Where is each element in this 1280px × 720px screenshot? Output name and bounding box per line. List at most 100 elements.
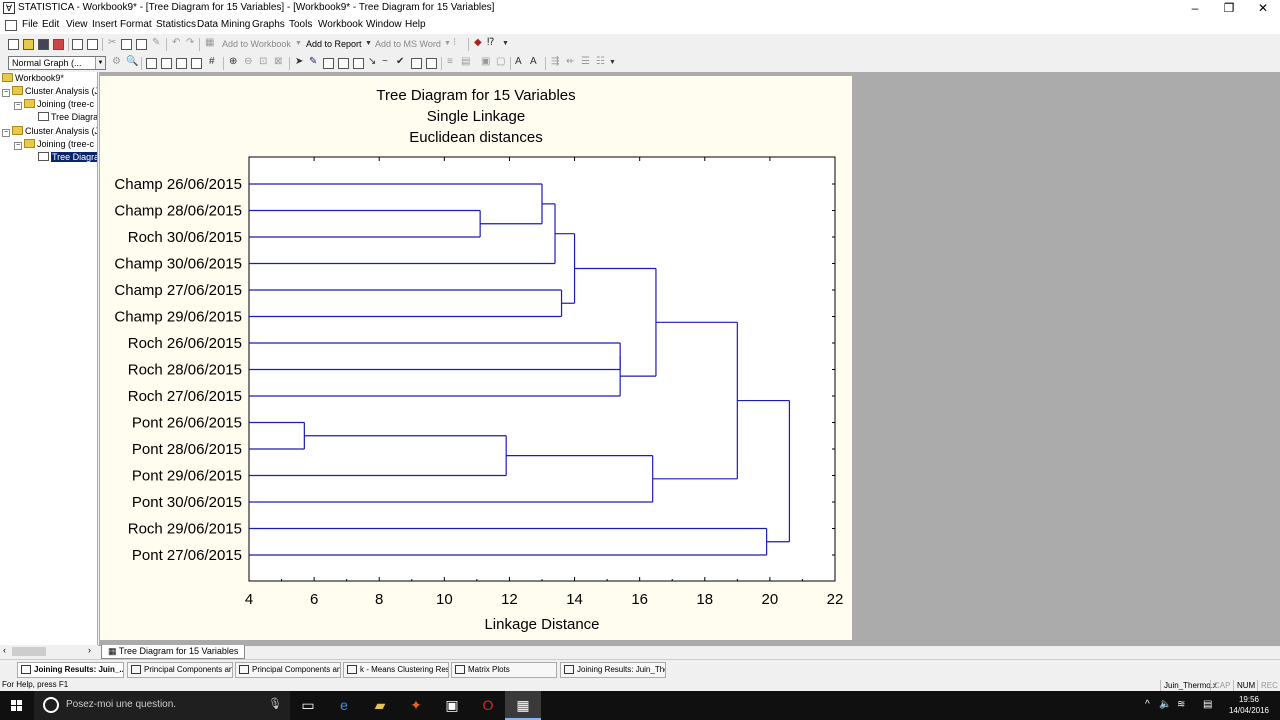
- new-icon[interactable]: [8, 39, 19, 50]
- tree-horizontal-scrollbar[interactable]: ‹ ›: [0, 645, 98, 658]
- tree-item-tree-diagram-1[interactable]: Tree Diagra: [38, 111, 97, 123]
- send-back-icon[interactable]: ▢: [496, 56, 505, 67]
- network-icon[interactable]: ≋: [1177, 699, 1185, 710]
- tree-item-joining-1[interactable]: − Joining (tree-c: [14, 98, 94, 110]
- indent-icon[interactable]: ⇶: [551, 56, 559, 67]
- collapse-icon[interactable]: −: [2, 129, 10, 137]
- scroll-right-icon[interactable]: ›: [88, 645, 91, 655]
- open-icon[interactable]: [23, 39, 34, 50]
- close-button[interactable]: ✕: [1246, 0, 1280, 17]
- file-explorer-icon[interactable]: ▰: [362, 691, 398, 720]
- tray-chevron-icon[interactable]: ^: [1145, 699, 1150, 710]
- check-tool-icon[interactable]: ✔: [396, 56, 404, 67]
- paste-icon[interactable]: [136, 39, 147, 50]
- zoom-reset-icon[interactable]: ⊠: [274, 56, 282, 67]
- statistica-taskbar-icon[interactable]: ▦: [505, 691, 541, 720]
- minimize-button[interactable]: –: [1178, 0, 1212, 17]
- outdent-icon[interactable]: ⇷: [566, 56, 574, 67]
- collapse-icon[interactable]: −: [14, 142, 22, 150]
- tree-item-cluster-analysis-2[interactable]: − Cluster Analysis (J: [2, 125, 97, 137]
- tree-root[interactable]: Workbook9*: [2, 72, 64, 84]
- brush-icon[interactable]: ⚙: [112, 56, 121, 67]
- print-icon[interactable]: [72, 39, 83, 50]
- brushing-icon[interactable]: ✎: [309, 56, 317, 67]
- format-painter-icon[interactable]: ✎: [152, 37, 160, 48]
- shape-tool-icon[interactable]: [353, 58, 364, 69]
- group-icon[interactable]: ▤: [461, 56, 470, 67]
- zoom-out-icon[interactable]: ⊖: [244, 56, 252, 67]
- tab-tree-diagram[interactable]: ▦ Tree Diagram for 15 Variables: [101, 645, 246, 659]
- menu-edit[interactable]: Edit: [42, 19, 59, 30]
- menu-workbook[interactable]: Workbook: [318, 19, 363, 30]
- copy-icon[interactable]: [121, 39, 132, 50]
- cut-icon[interactable]: ✂: [108, 37, 116, 48]
- task-view-icon[interactable]: ▭: [290, 691, 326, 720]
- zoom-in-icon[interactable]: ⊕: [229, 56, 237, 67]
- grid-icon[interactable]: #: [209, 56, 215, 67]
- undo-icon[interactable]: ↶: [172, 37, 180, 48]
- restore-button[interactable]: ❐: [1212, 0, 1246, 17]
- help-pointer-icon[interactable]: ⁉: [487, 37, 494, 48]
- tree-item-joining-2[interactable]: − Joining (tree-c: [14, 138, 94, 150]
- menu-format[interactable]: Format: [120, 19, 152, 30]
- opera-icon[interactable]: O: [470, 691, 506, 720]
- menu-tools[interactable]: Tools: [289, 19, 312, 30]
- bring-front-icon[interactable]: ▣: [481, 56, 490, 67]
- redo-icon[interactable]: ↷: [186, 37, 194, 48]
- menu-window[interactable]: Window: [366, 19, 402, 30]
- line-tool-icon[interactable]: [338, 58, 349, 69]
- collapse-icon[interactable]: −: [14, 102, 22, 110]
- zoom-fit-icon[interactable]: ⊡: [259, 56, 267, 67]
- start-button[interactable]: [0, 691, 34, 720]
- add-to-ms-word-button[interactable]: Add to MS Word: [375, 39, 441, 49]
- window-tab-matrix-plots[interactable]: Matrix Plots: [451, 662, 557, 678]
- workbook-menu-icon[interactable]: [5, 20, 17, 31]
- add-to-report-button[interactable]: Add to Report: [306, 39, 362, 49]
- text-tool-icon[interactable]: [323, 58, 334, 69]
- chevron-down-icon[interactable]: ▼: [444, 40, 451, 47]
- scroll-left-icon[interactable]: ‹: [3, 645, 6, 655]
- save-icon[interactable]: [38, 39, 49, 50]
- graph-data-icon[interactable]: [161, 58, 172, 69]
- chevron-down-icon[interactable]: ▼: [502, 40, 509, 47]
- window-tab-joining-results-2[interactable]: Joining Results: Juin_Ther...: [560, 662, 666, 678]
- pdf-icon[interactable]: [53, 39, 64, 50]
- scroll-thumb[interactable]: [12, 647, 46, 656]
- freehand-tool-icon[interactable]: ~: [382, 56, 388, 67]
- window-tab-principal-components-1[interactable]: Principal Components and ...: [127, 662, 233, 678]
- taskbar-search[interactable]: Posez-moi une question. 🎙: [34, 691, 290, 720]
- menu-statistics[interactable]: Statistics: [156, 19, 196, 30]
- graph-options-icon[interactable]: [191, 58, 202, 69]
- collapse-icon[interactable]: −: [2, 89, 10, 97]
- list-icon[interactable]: ☰: [581, 56, 590, 67]
- font-larger-icon[interactable]: A: [515, 56, 522, 67]
- align-icon[interactable]: ≡: [447, 56, 453, 67]
- graph-style-select[interactable]: Normal Graph (... ▼: [8, 56, 106, 70]
- arrow-tool-icon[interactable]: ↘: [368, 56, 376, 67]
- window-tab-principal-components-2[interactable]: Principal Components and ...: [235, 662, 341, 678]
- microphone-icon[interactable]: 🎙: [268, 697, 282, 710]
- window-tab-kmeans[interactable]: k - Means Clustering Resul...: [343, 662, 449, 678]
- lock-icon[interactable]: [411, 58, 422, 69]
- graph-fit-icon[interactable]: [176, 58, 187, 69]
- edge-icon[interactable]: e: [326, 691, 362, 720]
- menu-graphs[interactable]: Graphs: [252, 19, 285, 30]
- zoom-icon[interactable]: 🔍: [126, 56, 138, 67]
- eraser-icon[interactable]: ◆: [474, 37, 482, 48]
- camera-icon[interactable]: [426, 58, 437, 69]
- clock[interactable]: 19:56 14/04/2016: [1223, 694, 1275, 716]
- notifications-icon[interactable]: ▤: [1203, 699, 1212, 710]
- graph-window-icon[interactable]: [146, 58, 157, 69]
- add-to-workbook-button[interactable]: Add to Workbook: [222, 39, 291, 49]
- window-tab-joining-results-1[interactable]: Joining Results: Juin_...: [17, 662, 124, 678]
- pointer-icon[interactable]: ➤: [295, 56, 303, 67]
- tree-item-tree-diagram-2[interactable]: Tree Diagra: [38, 151, 97, 163]
- app-icon-1[interactable]: ✦: [398, 691, 434, 720]
- word-options-icon[interactable]: ⁝: [453, 37, 456, 48]
- chevron-down-icon[interactable]: ▼: [295, 40, 302, 47]
- volume-icon[interactable]: 🔈: [1159, 699, 1171, 710]
- list-options-icon[interactable]: ☷: [596, 56, 605, 67]
- chevron-down-icon[interactable]: ▼: [609, 59, 616, 66]
- menu-view[interactable]: View: [66, 19, 88, 30]
- menu-data-mining[interactable]: Data Mining: [197, 19, 250, 30]
